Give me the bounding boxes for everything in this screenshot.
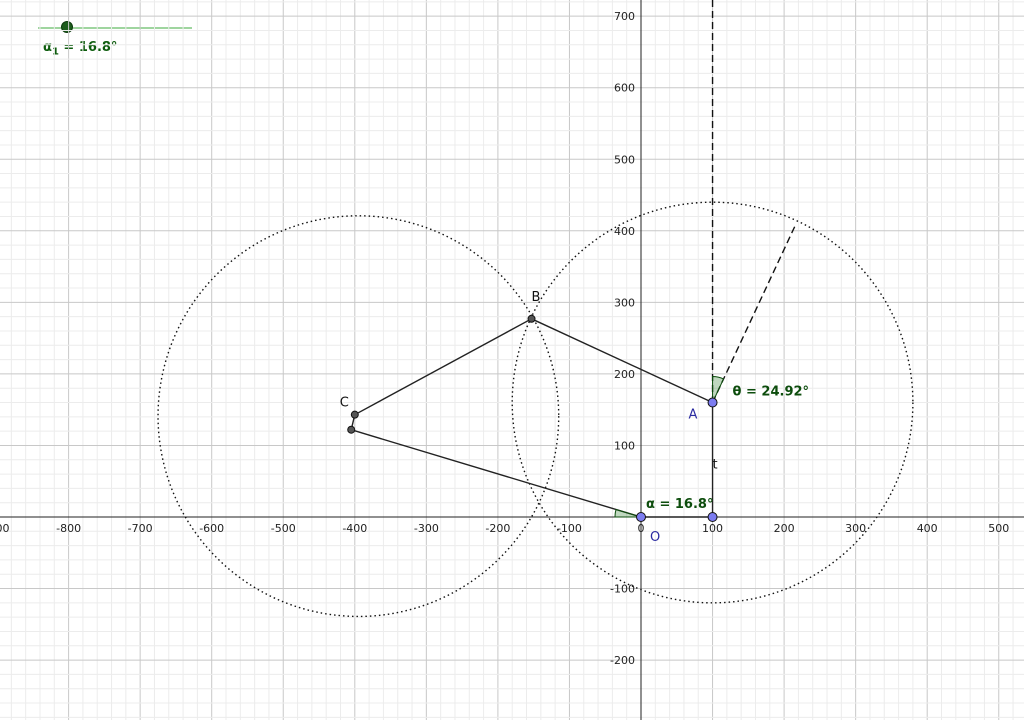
point-o[interactable] bbox=[636, 512, 646, 522]
x-tick-label: -900 bbox=[0, 522, 10, 535]
x-tick-label: -400 bbox=[342, 522, 367, 535]
label-c: C bbox=[340, 396, 349, 411]
x-tick-label: 0 bbox=[638, 522, 645, 535]
x-tick-label: -700 bbox=[128, 522, 153, 535]
tick-labels: -900 -800 -700 -600 -500 -400 -300 -200 -100 0 100… bbox=[0, 10, 1009, 667]
label-o: O bbox=[650, 530, 660, 545]
x-tick-label: -800 bbox=[56, 522, 81, 535]
dashed-ray bbox=[711, 225, 796, 403]
alpha-angle-label: α = 16.8° bbox=[646, 497, 713, 512]
y-tick-label: 200 bbox=[614, 368, 635, 381]
x-tick-label: 100 bbox=[702, 522, 723, 535]
point-c-end[interactable] bbox=[347, 425, 356, 434]
point-a[interactable] bbox=[707, 397, 718, 408]
label-b: B bbox=[532, 290, 541, 305]
graphics-view[interactable]: B C A Ot α = 16.8° θ = 24.92° -900 -800 -700 -60… bbox=[0, 0, 1024, 720]
y-tick-label: 100 bbox=[614, 439, 635, 452]
theta-angle-label: θ = 24.92° bbox=[733, 385, 810, 400]
grid bbox=[0, 0, 1024, 720]
y-tick-label: -100 bbox=[610, 583, 635, 596]
x-tick-label: 400 bbox=[917, 522, 938, 535]
y-tick-label: 300 bbox=[614, 296, 635, 309]
x-tick-label: 300 bbox=[845, 522, 866, 535]
x-tick-label: -200 bbox=[485, 522, 510, 535]
x-tick-label: -300 bbox=[414, 522, 439, 535]
point-b[interactable] bbox=[527, 314, 536, 323]
y-tick-label: 600 bbox=[614, 82, 635, 95]
y-tick-label: 700 bbox=[614, 10, 635, 23]
segment-c-b bbox=[354, 318, 532, 416]
x-tick-label: 200 bbox=[774, 522, 795, 535]
point-foot[interactable] bbox=[707, 512, 718, 522]
point-c[interactable] bbox=[350, 410, 359, 419]
label-t: t bbox=[713, 457, 718, 472]
label-a: A bbox=[689, 408, 698, 423]
y-tick-label: 500 bbox=[614, 153, 635, 166]
y-tick-label: -200 bbox=[610, 654, 635, 667]
x-tick-label: -500 bbox=[271, 522, 296, 535]
x-tick-label: -100 bbox=[557, 522, 582, 535]
x-tick-label: -600 bbox=[199, 522, 224, 535]
y-tick-label: 400 bbox=[614, 225, 635, 238]
x-tick-label: 500 bbox=[988, 522, 1009, 535]
segment-o-c bbox=[351, 429, 642, 518]
